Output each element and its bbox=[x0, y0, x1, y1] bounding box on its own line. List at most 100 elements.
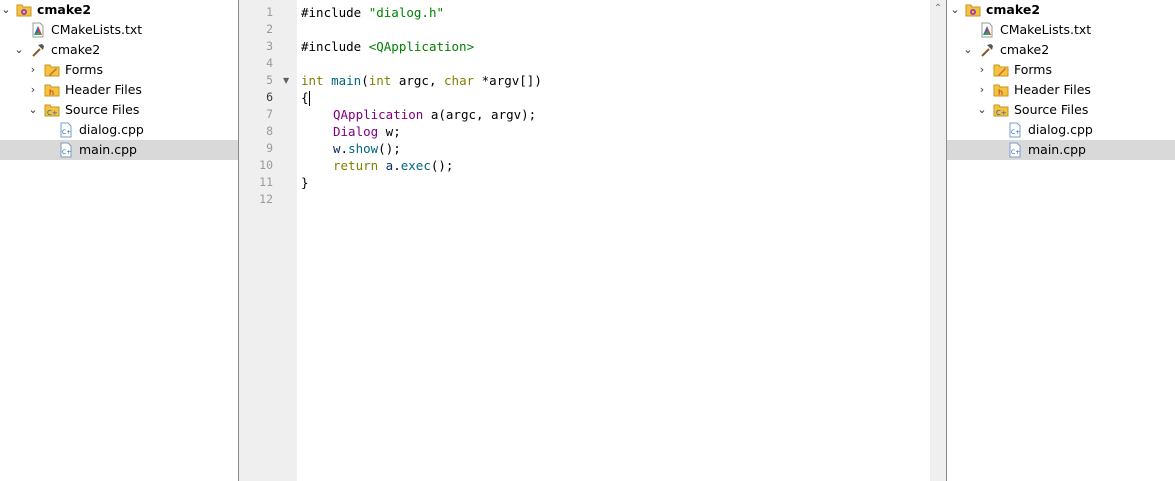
svg-text:h: h bbox=[998, 88, 1003, 97]
code-line-7: QApplication a(argc, argv); bbox=[333, 106, 536, 123]
tree-item-source-files[interactable]: ⌄ C+ Source Files bbox=[947, 100, 1175, 120]
code-line-1: #include "dialog.h" bbox=[301, 4, 444, 21]
folder-icon: h bbox=[993, 84, 1009, 97]
fold-marker-icon[interactable]: ▼ bbox=[283, 72, 289, 89]
chevron-down-icon[interactable]: ⌄ bbox=[0, 0, 12, 20]
chevron-down-icon[interactable]: ⌄ bbox=[27, 100, 39, 120]
tree-item-project[interactable]: ⌄ cmake2 bbox=[947, 0, 1175, 20]
folder-label-forms: Forms bbox=[1014, 62, 1053, 77]
cpp-file-icon: C+ bbox=[60, 142, 72, 158]
code-line-10: return a.exec(); bbox=[333, 157, 453, 174]
file-label: dialog.cpp bbox=[79, 122, 144, 137]
tree-item-main-cpp[interactable]: C+ main.cpp bbox=[0, 140, 238, 160]
file-label: main.cpp bbox=[1028, 142, 1086, 157]
folder-label-source-files: Source Files bbox=[65, 102, 140, 117]
text-cursor bbox=[308, 91, 310, 106]
code-line-5: int main(int argc, char *argv[]) bbox=[301, 72, 542, 89]
svg-text:C+: C+ bbox=[47, 109, 58, 117]
tree-item-main-cpp[interactable]: C+ main.cpp bbox=[947, 140, 1175, 160]
preprocessor-directive: #include bbox=[301, 5, 369, 20]
project-tree-right: ⌄ cmake2 CMakeLists.txt ⌄ cmake2 › Forms… bbox=[947, 0, 1175, 481]
code-line-6: { bbox=[301, 89, 310, 106]
tree-item-cmakelists[interactable]: CMakeLists.txt bbox=[947, 20, 1175, 40]
chevron-down-icon[interactable]: ⌄ bbox=[962, 40, 974, 60]
cpp-file-icon: C+ bbox=[1009, 142, 1021, 158]
folder-label-header-files: Header Files bbox=[65, 82, 142, 97]
project-name: cmake2 bbox=[37, 2, 92, 17]
line-number: 12 bbox=[259, 192, 273, 206]
preprocessor-directive: #include bbox=[301, 39, 369, 54]
code-line-3: #include <QApplication> bbox=[301, 38, 474, 55]
scroll-up-arrow-icon[interactable]: ⌃ bbox=[930, 2, 946, 16]
folder-label-header-files: Header Files bbox=[1014, 82, 1091, 97]
chevron-right-icon[interactable]: › bbox=[976, 60, 988, 80]
variable: a bbox=[378, 158, 394, 173]
cmake-file-icon bbox=[32, 22, 44, 38]
tree-item-cmakelists[interactable]: CMakeLists.txt bbox=[0, 20, 238, 40]
project-tree-left: ⌄ cmake2 CMakeLists.txt ⌄ cmake2 › Forms… bbox=[0, 0, 238, 481]
line-number-gutter: 1 2 3 4 5 ▼ 6 7 8 9 10 11 12 bbox=[239, 0, 297, 481]
line-number: 4 bbox=[266, 56, 273, 70]
cmake-project-icon bbox=[965, 4, 981, 17]
line-number: 1 bbox=[266, 5, 273, 19]
include-header: "dialog.h" bbox=[368, 5, 444, 20]
code-editor[interactable]: #include "dialog.h" #include <QApplicati… bbox=[297, 0, 930, 481]
statement-text: w; bbox=[378, 124, 401, 139]
line-number: 9 bbox=[266, 141, 273, 155]
chevron-down-icon[interactable]: ⌄ bbox=[949, 0, 961, 20]
folder-icon: C+ bbox=[44, 104, 60, 117]
chevron-right-icon[interactable]: › bbox=[27, 60, 39, 80]
line-number: 11 bbox=[259, 175, 273, 189]
tree-item-target[interactable]: ⌄ cmake2 bbox=[947, 40, 1175, 60]
folder-icon: C+ bbox=[993, 104, 1009, 117]
cpp-file-icon: C+ bbox=[60, 122, 72, 138]
method-name: exec bbox=[400, 158, 431, 173]
svg-text:C+: C+ bbox=[62, 129, 71, 136]
tree-item-target[interactable]: ⌄ cmake2 bbox=[0, 40, 238, 60]
tree-item-forms[interactable]: › Forms bbox=[947, 60, 1175, 80]
tree-item-dialog-cpp[interactable]: C+ dialog.cpp bbox=[947, 120, 1175, 140]
target-name: cmake2 bbox=[51, 42, 101, 57]
keyword: char bbox=[444, 73, 475, 88]
line-number: 8 bbox=[266, 124, 273, 138]
svg-text:C+: C+ bbox=[62, 149, 71, 156]
function-name: main bbox=[331, 73, 362, 88]
svg-text:C+: C+ bbox=[1011, 129, 1020, 136]
tree-item-header-files[interactable]: › h Header Files bbox=[947, 80, 1175, 100]
cpp-file-icon: C+ bbox=[1009, 122, 1021, 138]
tree-item-dialog-cpp[interactable]: C+ dialog.cpp bbox=[0, 120, 238, 140]
type-name: QApplication bbox=[333, 107, 424, 122]
type-name: Dialog bbox=[333, 124, 379, 139]
file-label: main.cpp bbox=[79, 142, 137, 157]
statement-text: a(argc, argv); bbox=[423, 107, 537, 122]
punctuation: ( bbox=[361, 73, 369, 88]
folder-icon bbox=[993, 64, 1009, 77]
hammer-icon bbox=[32, 44, 44, 57]
line-number: 5 bbox=[266, 73, 273, 87]
variable: w bbox=[333, 141, 341, 156]
project-name: cmake2 bbox=[986, 2, 1041, 17]
statement-text: (); bbox=[430, 158, 454, 173]
tree-item-header-files[interactable]: › h Header Files bbox=[0, 80, 238, 100]
code-line-9: w.show(); bbox=[333, 140, 401, 157]
chevron-right-icon[interactable]: › bbox=[976, 80, 988, 100]
code-line-8: Dialog w; bbox=[333, 123, 401, 140]
editor-scrollbar[interactable]: ⌃ bbox=[930, 0, 946, 481]
chevron-down-icon[interactable]: ⌄ bbox=[13, 40, 25, 60]
cmakelists-label: CMakeLists.txt bbox=[51, 22, 143, 37]
folder-icon: h bbox=[44, 84, 60, 97]
tree-item-forms[interactable]: › Forms bbox=[0, 60, 238, 80]
line-number: 10 bbox=[259, 158, 273, 172]
parameter-text: *argv[]) bbox=[474, 73, 542, 88]
chevron-right-icon[interactable]: › bbox=[27, 80, 39, 100]
code-line-11: } bbox=[301, 174, 309, 191]
keyword: return bbox=[333, 158, 379, 173]
folder-label-forms: Forms bbox=[65, 62, 104, 77]
chevron-down-icon[interactable]: ⌄ bbox=[976, 100, 988, 120]
tree-item-source-files[interactable]: ⌄ C+ Source Files bbox=[0, 100, 238, 120]
tree-item-project[interactable]: ⌄ cmake2 bbox=[0, 0, 238, 20]
cmakelists-label: CMakeLists.txt bbox=[1000, 22, 1092, 37]
svg-text:C+: C+ bbox=[1011, 149, 1020, 156]
keyword: int bbox=[301, 73, 324, 88]
line-number: 3 bbox=[266, 39, 273, 53]
